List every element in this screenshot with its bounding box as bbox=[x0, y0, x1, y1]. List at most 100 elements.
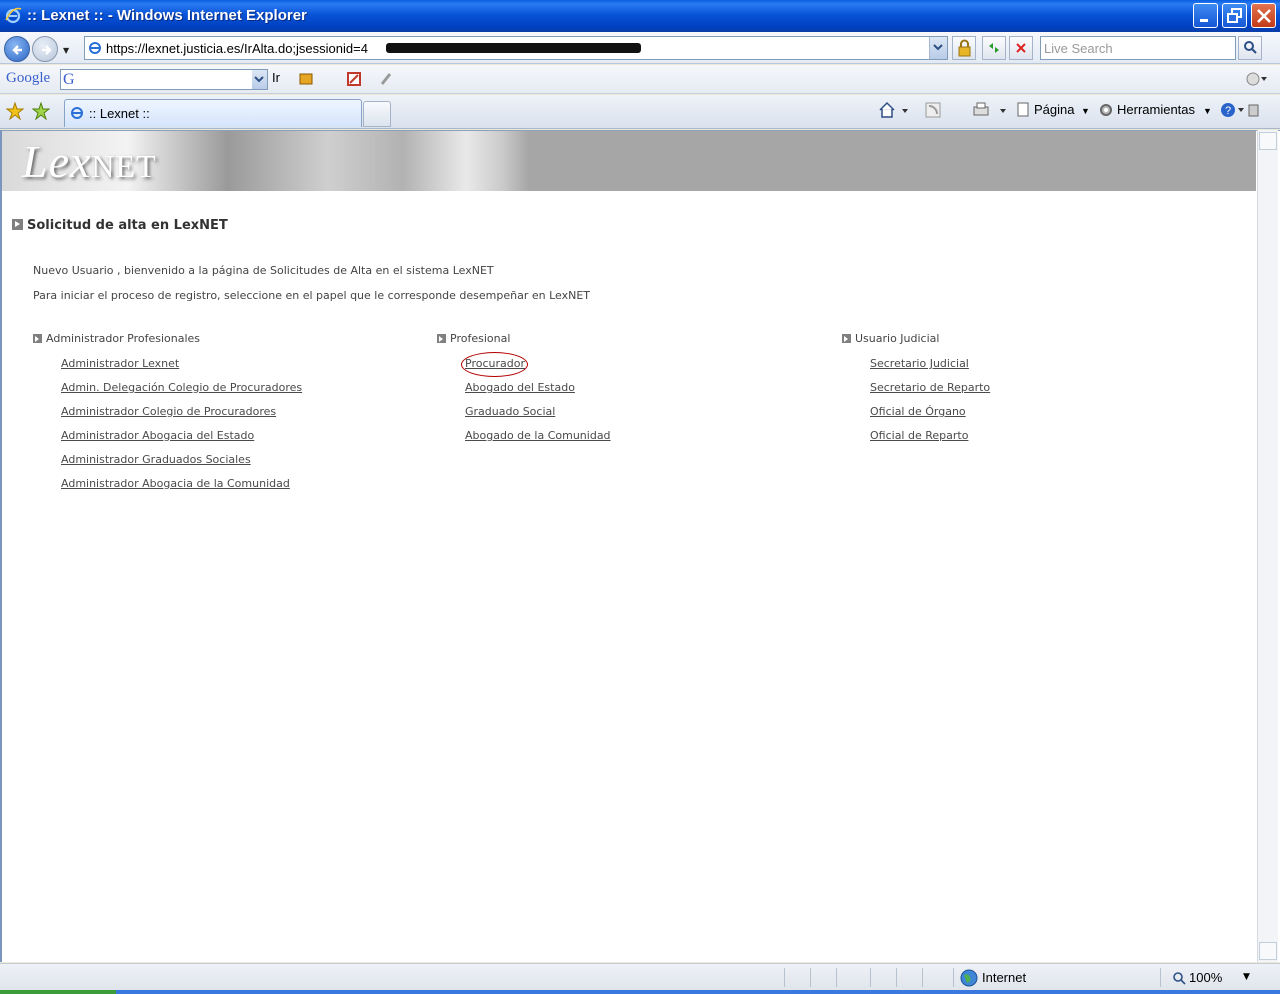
zoom-dropdown[interactable]: ▼ bbox=[1243, 972, 1250, 982]
new-tab-button[interactable] bbox=[363, 101, 391, 127]
window-title: :: Lexnet :: - Windows Internet Explorer bbox=[27, 7, 307, 24]
back-arrow-icon bbox=[12, 45, 22, 55]
google-search-field[interactable]: G bbox=[60, 69, 268, 90]
column-header-usuario-judicial: Usuario Judicial bbox=[842, 332, 939, 345]
intro-instruction-text: Para iniciar el proceso de registro, sel… bbox=[33, 289, 591, 302]
minimize-button[interactable] bbox=[1193, 3, 1218, 28]
status-divider bbox=[953, 968, 954, 987]
link-administrador-colegio-procuradores[interactable]: Administrador Colegio de Procuradores bbox=[61, 405, 276, 418]
toolbar-settings-icon[interactable] bbox=[298, 71, 314, 91]
security-lock-button[interactable] bbox=[952, 36, 976, 60]
link-secretario-judicial[interactable]: Secretario Judicial bbox=[870, 357, 969, 370]
close-window-button[interactable] bbox=[1251, 3, 1276, 28]
link-procurador[interactable]: Procurador bbox=[465, 357, 525, 370]
search-placeholder: Live Search bbox=[1044, 41, 1113, 56]
logo-net: NET bbox=[91, 148, 157, 184]
page-viewport bbox=[0, 130, 1280, 962]
live-search-field[interactable]: Live Search bbox=[1040, 36, 1236, 60]
refresh-icon bbox=[989, 43, 999, 53]
popup-blocker-icon[interactable] bbox=[346, 71, 362, 91]
link-secretario-de-reparto[interactable]: Secretario de Reparto bbox=[870, 381, 990, 394]
search-button[interactable] bbox=[1238, 36, 1262, 60]
page-icon bbox=[89, 42, 101, 54]
link-oficial-de-reparto[interactable]: Oficial de Reparto bbox=[870, 429, 968, 442]
back-button[interactable] bbox=[4, 36, 30, 62]
close-icon bbox=[1257, 9, 1271, 23]
refresh-button[interactable] bbox=[982, 36, 1006, 60]
address-dropdown[interactable] bbox=[929, 37, 947, 59]
tools-menu-dropdown[interactable]: ▼ bbox=[1203, 106, 1212, 116]
maximize-button[interactable] bbox=[1222, 3, 1247, 28]
arrow-bullet-icon bbox=[12, 219, 23, 230]
google-g-icon: G bbox=[63, 71, 75, 88]
link-administrador-graduados-sociales[interactable]: Administrador Graduados Sociales bbox=[61, 453, 251, 466]
chevron-down-icon bbox=[254, 76, 264, 83]
link-admin-delegacion-colegio-procuradores[interactable]: Admin. Delegación Colegio de Procuradore… bbox=[61, 381, 302, 394]
logo-lex: Lex bbox=[22, 136, 92, 187]
column-title: Profesional bbox=[450, 332, 511, 345]
address-field[interactable]: https://lexnet.justicia.es/IrAlta.do;jse… bbox=[84, 36, 948, 60]
vertical-scrollbar[interactable] bbox=[1257, 130, 1278, 962]
column-title: Usuario Judicial bbox=[855, 332, 940, 345]
google-logo: Google bbox=[6, 70, 51, 86]
feeds-icon[interactable] bbox=[925, 101, 955, 123]
link-administrador-abogacia-comunidad[interactable]: Administrador Abogacia de la Comunidad bbox=[61, 477, 290, 490]
zoom-icon bbox=[1172, 970, 1186, 989]
link-graduado-social[interactable]: Graduado Social bbox=[465, 405, 555, 418]
forward-arrow-icon bbox=[42, 45, 52, 55]
page-menu-icon bbox=[1016, 102, 1030, 122]
gear-icon bbox=[1098, 102, 1114, 122]
tab-label: :: Lexnet :: bbox=[89, 106, 150, 121]
zoom-level[interactable]: 100% bbox=[1189, 970, 1222, 985]
chevron-down-icon bbox=[933, 44, 943, 51]
status-divider bbox=[870, 968, 871, 987]
status-divider bbox=[896, 968, 897, 987]
link-oficial-de-organo[interactable]: Oficial de Órgano bbox=[870, 405, 966, 418]
favorites-star-icon[interactable] bbox=[5, 101, 25, 124]
link-administrador-abogacia-estado[interactable]: Administrador Abogacia del Estado bbox=[61, 429, 254, 442]
arrow-bullet-icon bbox=[842, 334, 851, 343]
add-favorites-icon[interactable] bbox=[31, 101, 51, 124]
taskbar bbox=[0, 990, 1280, 994]
page-menu-dropdown[interactable]: ▼ bbox=[1081, 106, 1090, 116]
arrow-bullet-icon bbox=[33, 334, 42, 343]
recent-pages-dropdown[interactable]: ▼ bbox=[63, 46, 69, 55]
scroll-down-button[interactable] bbox=[1259, 942, 1277, 960]
status-divider bbox=[1160, 968, 1161, 987]
home-icon[interactable] bbox=[878, 101, 908, 123]
page-title: Solicitud de alta en LexNET bbox=[12, 218, 228, 233]
intro-welcome-text: Nuevo Usuario , bienvenido a la página d… bbox=[33, 264, 494, 277]
address-url: https://lexnet.justicia.es/IrAlta.do;jse… bbox=[106, 41, 368, 56]
column-title: Administrador Profesionales bbox=[46, 332, 201, 345]
google-go-button[interactable]: Ir bbox=[272, 70, 280, 85]
security-zone: Internet bbox=[982, 970, 1027, 985]
minimize-icon bbox=[1200, 19, 1208, 22]
scroll-up-button[interactable] bbox=[1259, 132, 1277, 150]
tools-menu[interactable]: Herramientas bbox=[1117, 102, 1195, 117]
link-administrador-lexnet[interactable]: Administrador Lexnet bbox=[61, 357, 179, 370]
google-search-dropdown[interactable] bbox=[252, 70, 267, 89]
status-divider bbox=[784, 968, 785, 987]
column-header-admin-profesionales: Administrador Profesionales bbox=[33, 332, 200, 345]
column-header-profesional: Profesional bbox=[437, 332, 510, 345]
status-divider bbox=[836, 968, 837, 987]
stop-icon bbox=[1016, 43, 1026, 53]
status-bar: Internet 100% ▼ bbox=[0, 963, 1280, 990]
toolbar-options-icon[interactable] bbox=[1245, 71, 1269, 91]
help-icon[interactable]: ? bbox=[1220, 102, 1260, 124]
stop-button[interactable] bbox=[1009, 36, 1033, 60]
highlight-icon[interactable] bbox=[378, 71, 394, 91]
svg-text:?: ? bbox=[1225, 105, 1231, 117]
redacted-session-id bbox=[386, 43, 641, 53]
lock-icon bbox=[958, 39, 971, 57]
forward-button[interactable] bbox=[32, 36, 58, 62]
window-titlebar: :: Lexnet :: - Windows Internet Explorer bbox=[0, 0, 1280, 32]
start-button[interactable] bbox=[0, 990, 116, 994]
page-menu[interactable]: Página bbox=[1034, 102, 1074, 117]
link-abogado-del-estado[interactable]: Abogado del Estado bbox=[465, 381, 575, 394]
tab-lexnet[interactable]: :: Lexnet :: bbox=[64, 99, 362, 127]
status-divider bbox=[810, 968, 811, 987]
print-icon[interactable] bbox=[972, 101, 1008, 123]
globe-icon bbox=[960, 969, 978, 991]
link-abogado-de-la-comunidad[interactable]: Abogado de la Comunidad bbox=[465, 429, 611, 442]
